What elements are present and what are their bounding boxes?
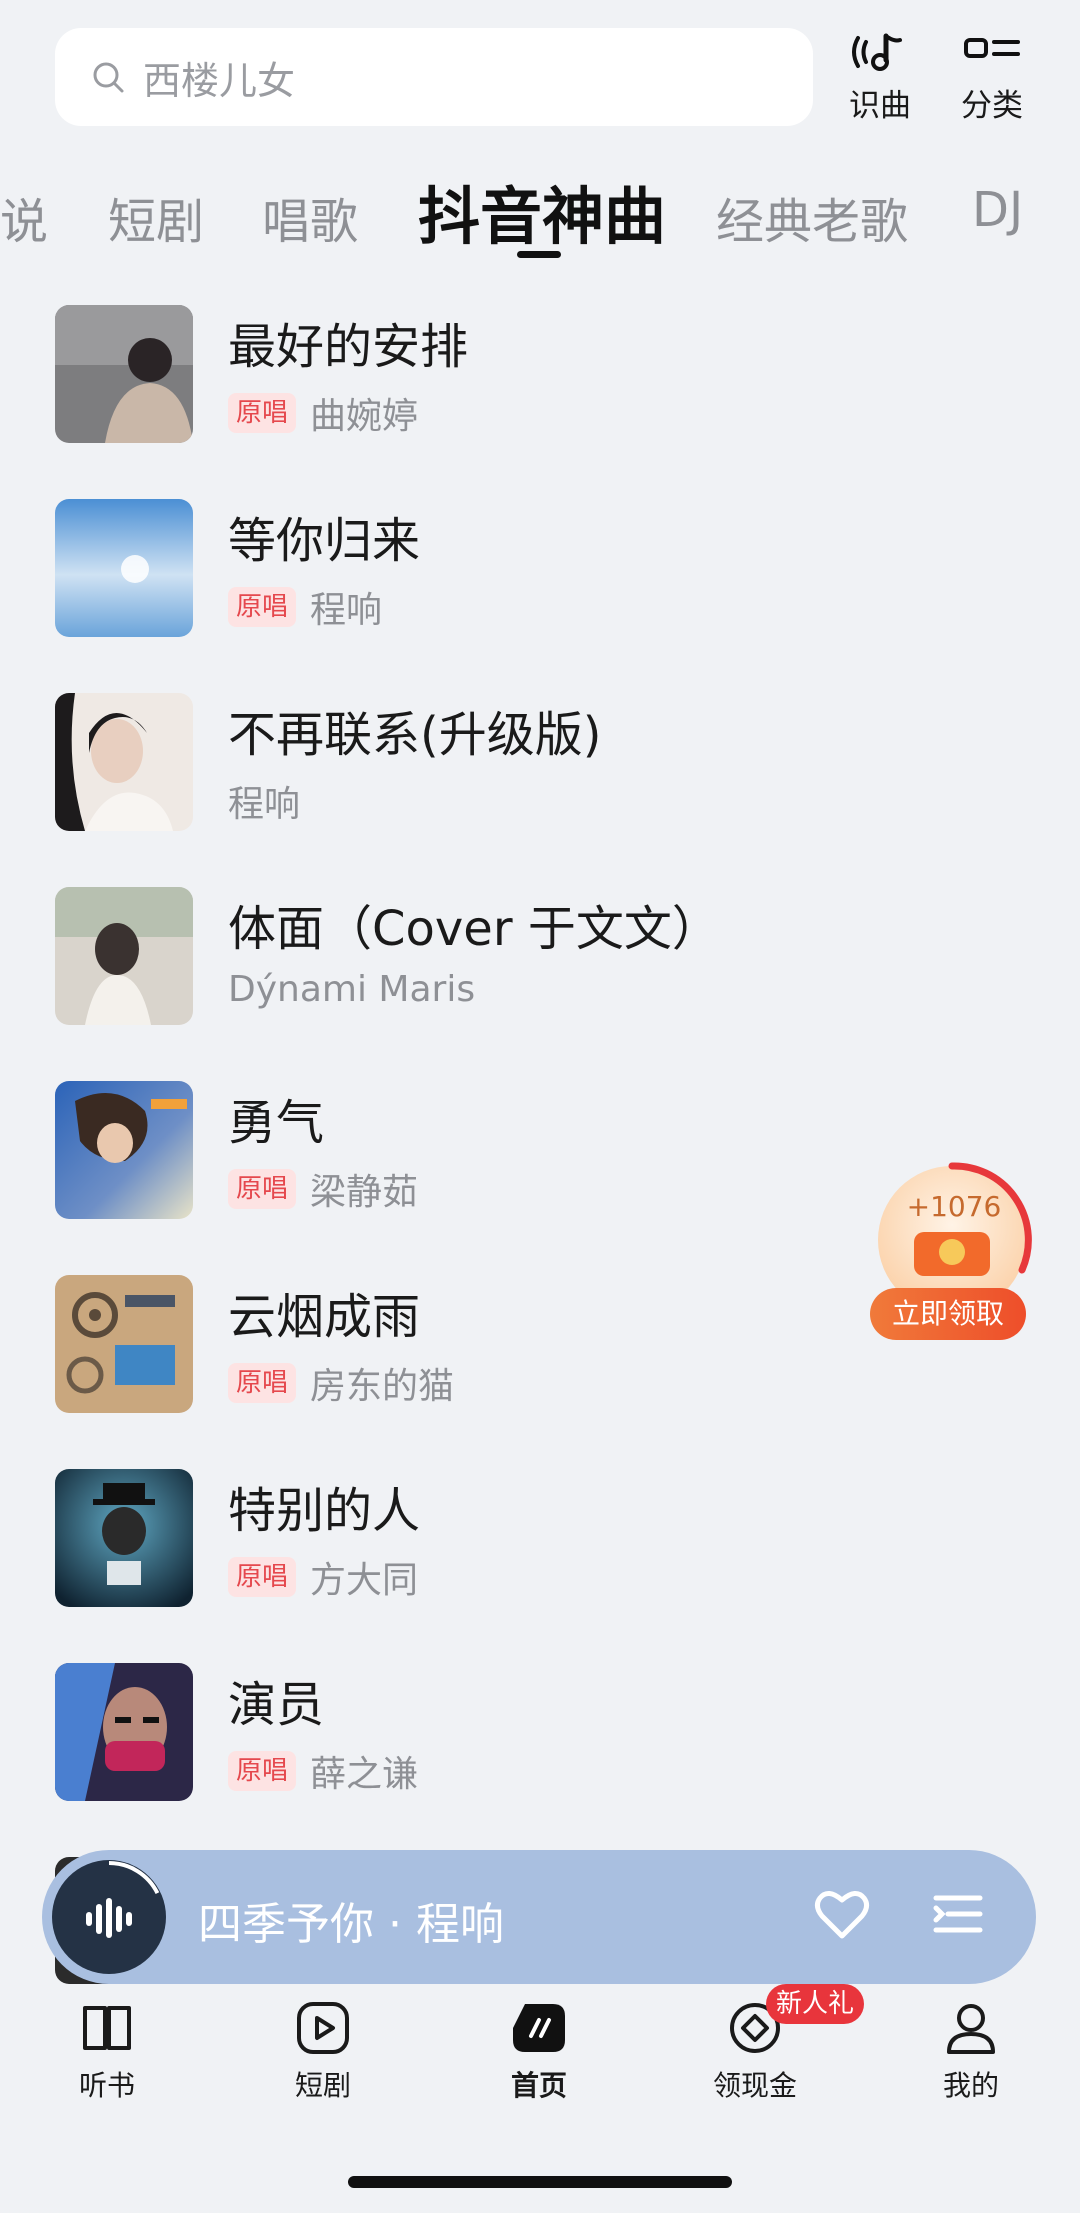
song-title: 体面（Cover 于文文） [228, 901, 720, 957]
search-placeholder: 西楼儿女 [143, 58, 296, 103]
nav-label: 首页 [510, 2069, 567, 2102]
claim-reward-button[interactable]: 立即领取 [870, 1288, 1026, 1340]
nav-label: 短剧 [294, 2069, 351, 2102]
music-recognize-label: 识曲 [849, 88, 911, 124]
song-artist: 方大同 [310, 1560, 419, 1601]
nav-short-drama[interactable]: 短剧 [248, 2002, 398, 2104]
song-title: 不再联系(升级版) [228, 707, 602, 763]
song-item[interactable]: 最好的安排 原唱 曲婉婷 [55, 305, 1055, 445]
nav-label: 我的 [942, 2069, 999, 2102]
song-title: 特别的人 [228, 1483, 421, 1539]
like-heart-icon[interactable] [814, 1888, 870, 1940]
play-icon [297, 2002, 349, 2054]
active-tab-indicator [517, 251, 561, 258]
category-label: 分类 [961, 88, 1023, 124]
song-artist: Dýnami Maris [228, 969, 476, 1010]
nav-label: 领现金 [712, 2069, 797, 2102]
playlist-icon[interactable] [932, 1890, 984, 1940]
album-cover [55, 887, 193, 1025]
now-playing-cover[interactable] [52, 1860, 166, 1974]
nav-profile[interactable]: 我的 [896, 2002, 1046, 2104]
original-singer-badge: 原唱 [228, 1169, 297, 1209]
song-artist: 程响 [310, 590, 383, 631]
song-item[interactable]: 不再联系(升级版) 程响 [55, 693, 1055, 833]
tab-douyin-hits[interactable]: 抖音神曲 [418, 166, 666, 256]
category-icon [964, 38, 1020, 58]
original-singer-badge: 原唱 [228, 1363, 297, 1403]
song-title: 最好的安排 [228, 319, 469, 375]
song-item[interactable]: 特别的人 原唱 方大同 [55, 1469, 1055, 1609]
category-button[interactable]: 分类 [942, 32, 1042, 125]
song-title: 云烟成雨 [228, 1289, 421, 1345]
song-artist: 薛之谦 [310, 1754, 419, 1795]
song-item[interactable]: 体面（Cover 于文文） Dýnami Maris [55, 887, 1055, 1027]
album-cover [55, 305, 193, 443]
song-item[interactable]: 演员 原唱 薛之谦 [55, 1663, 1055, 1803]
nav-label: 听书 [78, 2069, 135, 2102]
song-artist: 曲婉婷 [310, 396, 419, 437]
album-cover [55, 499, 193, 637]
tab-singing[interactable]: 唱歌 [262, 182, 358, 252]
song-artist: 房东的猫 [310, 1366, 455, 1407]
album-cover [55, 1469, 193, 1607]
book-icon [83, 2006, 131, 2050]
home-indicator [348, 2176, 732, 2188]
original-singer-badge: 原唱 [228, 1751, 297, 1791]
song-title: 等你归来 [228, 513, 421, 569]
tab-short-drama[interactable]: 短剧 [108, 182, 204, 252]
album-cover [55, 1275, 193, 1413]
tab-novel[interactable]: 说 [0, 182, 48, 252]
nav-audiobooks[interactable]: 听书 [32, 2002, 182, 2104]
album-cover [55, 693, 193, 831]
tab-dj[interactable]: DJ [972, 182, 1023, 238]
song-title: 演员 [228, 1677, 325, 1733]
search-input[interactable]: 西楼儿女 [55, 28, 813, 126]
original-singer-badge: 原唱 [228, 1557, 297, 1597]
music-recognize-button[interactable]: 识曲 [830, 32, 930, 125]
profile-icon [947, 2004, 995, 2054]
mini-player[interactable]: 四季予你 · 程响 [42, 1850, 1036, 1984]
reward-widget[interactable]: +1076 立即领取 [868, 1160, 1040, 1340]
album-cover [55, 1663, 193, 1801]
search-icon [93, 62, 124, 93]
song-title: 勇气 [228, 1095, 325, 1151]
original-singer-badge: 原唱 [228, 393, 297, 433]
song-artist: 程响 [228, 784, 301, 825]
reward-amount: +1076 [906, 1190, 1002, 1223]
tab-classic-oldies[interactable]: 经典老歌 [716, 182, 908, 252]
nav-home[interactable]: 首页 [464, 2002, 614, 2104]
new-user-gift-badge: 新人礼 [766, 1984, 864, 2024]
home-logo-icon [513, 2004, 565, 2052]
original-singer-badge: 原唱 [228, 587, 297, 627]
song-artist: 梁静茹 [310, 1172, 419, 1213]
audio-wave-icon [86, 1898, 132, 1938]
now-playing-title: 四季予你 · 程响 [198, 1899, 504, 1950]
song-item[interactable]: 等你归来 原唱 程响 [55, 499, 1055, 639]
album-cover [55, 1081, 193, 1219]
music-recognize-icon [852, 33, 902, 71]
